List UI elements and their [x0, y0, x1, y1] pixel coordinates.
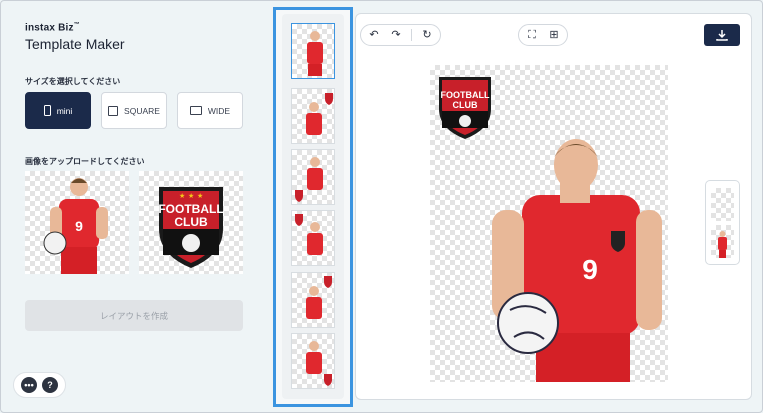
size-mini-button[interactable]: mini	[25, 92, 91, 129]
edit-toolbar: ⛶ ⊞	[518, 24, 568, 46]
club-logo-shield: FOOTBALL CLUB ★ ★ ★	[158, 187, 224, 268]
size-wide-label: WIDE	[207, 105, 231, 116]
canvas-artwork: FOOTBALL CLUB 9	[439, 77, 662, 382]
thumb-player-figure	[306, 341, 332, 386]
svg-text:CLUB: CLUB	[174, 215, 208, 229]
download-button[interactable]	[704, 24, 740, 46]
thumb-player-figure	[295, 214, 323, 255]
svg-text:★: ★	[179, 192, 185, 200]
svg-text:CLUB: CLUB	[453, 100, 478, 110]
brand: instax Biz™ Template Maker	[25, 22, 125, 52]
size-wide-button[interactable]: WIDE	[177, 92, 243, 129]
size-square-button[interactable]: SQUARE	[101, 92, 167, 129]
layout-canvas[interactable]: FOOTBALL CLUB 9	[430, 65, 668, 382]
uploaded-player-photo[interactable]: 9	[25, 171, 129, 274]
layout-thumbnail-4[interactable]	[291, 210, 335, 266]
thumb-player-figure	[307, 31, 323, 76]
svg-text:★: ★	[197, 192, 203, 200]
reset-icon[interactable]: ↻	[420, 28, 434, 42]
editor-panel: ↶ ↷ ↻ ⛶ ⊞ FOOTBALL CLUB 9	[355, 13, 752, 400]
size-mini-label: mini	[56, 105, 73, 116]
page-preview-2[interactable]	[711, 225, 734, 258]
page-preview-1[interactable]	[711, 188, 734, 221]
size-section-label: サイズを選択してください	[25, 77, 121, 86]
layout-thumbnail-3[interactable]	[291, 149, 335, 205]
toolbar-divider	[411, 29, 412, 41]
landscape-icon	[189, 106, 202, 115]
svg-text:9: 9	[582, 254, 598, 285]
square-icon	[108, 105, 119, 116]
more-icon[interactable]: •••	[21, 377, 37, 393]
svg-text:★: ★	[188, 192, 194, 200]
svg-text:FOOTBALL: FOOTBALL	[158, 202, 223, 216]
thumb-player-figure	[718, 231, 727, 258]
brand-subtitle: Template Maker	[25, 36, 125, 53]
thumb-player-figure	[306, 276, 332, 319]
layout-thumbnail-1[interactable]	[291, 23, 335, 79]
svg-text:FOOTBALL: FOOTBALL	[441, 90, 490, 100]
download-icon	[716, 30, 728, 41]
size-square-label: SQUARE	[124, 105, 160, 116]
player-figure: 9	[43, 178, 108, 274]
layout-thumbnail-2[interactable]	[291, 88, 335, 144]
thumb-player-figure	[306, 93, 333, 135]
create-layout-button[interactable]: レイアウトを作成	[25, 300, 243, 331]
thumb-player-figure	[295, 157, 323, 202]
frame-icon[interactable]: ⛶	[525, 28, 539, 42]
help-button[interactable]: ?	[42, 377, 58, 393]
svg-text:9: 9	[75, 218, 83, 234]
redo-icon[interactable]: ↷	[389, 28, 403, 42]
upload-section-label: 画像をアップロードしてください	[25, 157, 145, 166]
phone-portrait-icon	[43, 105, 51, 116]
layout-thumbnail-6[interactable]	[291, 333, 335, 389]
undo-icon[interactable]: ↶	[367, 28, 381, 42]
layout-thumbnail-5[interactable]	[291, 272, 335, 328]
uploaded-club-logo[interactable]: FOOTBALL CLUB ★ ★ ★	[139, 171, 243, 274]
add-icon[interactable]: ⊞	[547, 28, 561, 42]
history-toolbar: ↶ ↷ ↻	[360, 24, 441, 46]
brand-name: instax Biz™	[25, 22, 80, 34]
